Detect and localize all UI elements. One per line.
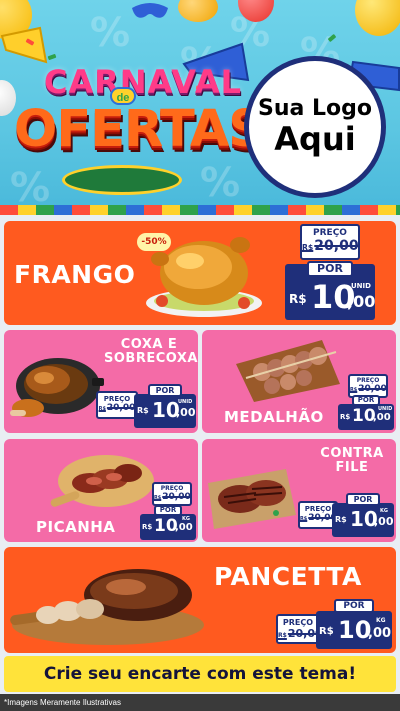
logo-line-2: Aqui <box>274 119 356 158</box>
logo-placeholder[interactable]: Sua Logo Aqui <box>244 56 386 198</box>
product-card-pancetta[interactable]: PANCETTA PREÇO R$20,00 POR R$ 10 ,00 KG <box>4 547 396 653</box>
old-price-label: PREÇO <box>160 485 184 492</box>
new-price-integer: 10 <box>338 616 372 644</box>
price-unit: KG <box>182 516 190 522</box>
price-unit: UNID <box>351 282 371 290</box>
new-price-cents: ,00 <box>175 522 193 533</box>
old-price-tag: PREÇO R$20,00 <box>276 614 323 644</box>
old-price-currency: R$ <box>278 632 287 639</box>
percent-pattern: % <box>90 10 131 56</box>
product-card-picanha[interactable]: PICANHA PREÇO R$20,00 POR R$ 10 ,00 KG <box>4 439 198 542</box>
new-price-tag: POR R$ 10 ,00 KG <box>140 505 196 540</box>
logo-line-1: Sua Logo <box>257 95 372 121</box>
old-price-label: PREÇO <box>356 377 380 384</box>
pancetta-roast-image <box>10 569 204 645</box>
product-card-contrafile[interactable]: CONTRA FILE PREÇO R$20,00 POR R$ 10 ,00 … <box>202 439 396 542</box>
discount-badge: -50% <box>137 233 171 251</box>
price-unit: KG <box>380 508 388 514</box>
ofertas-title: OFERTAS <box>14 100 265 159</box>
price-unit: KG <box>376 617 386 624</box>
medallion-skewers-image <box>236 340 340 402</box>
product-name: COXA E SOBRECOXA <box>104 337 197 367</box>
old-price-value: R$20,00 <box>300 513 337 523</box>
new-price-cents: ,00 <box>373 412 391 423</box>
new-price-label: POR <box>154 505 182 516</box>
product-card-medalhao[interactable]: MEDALHÃO PREÇO R$20,00 POR R$ 10 ,00 UNI… <box>202 330 396 433</box>
old-price-value: R$20,00 <box>302 238 359 254</box>
contrafile-steak-image <box>208 469 296 529</box>
old-price-value: R$20,00 <box>350 384 387 394</box>
product-name: FRANGO <box>14 260 136 289</box>
picanha-board-image <box>50 455 154 507</box>
old-price-amount: 20,00 <box>106 403 136 413</box>
new-price-tag: POR R$ 10 ,00 KG <box>332 493 394 537</box>
header-stripe <box>0 205 400 215</box>
new-price-currency: R$ <box>289 292 307 306</box>
old-price-currency: R$ <box>98 406 106 412</box>
new-price-tag: POR R$ 10 ,00 UNID <box>285 261 376 320</box>
new-price-cents: ,00 <box>368 626 392 641</box>
new-price-tag: POR R$ 10 ,00 UNID <box>338 395 394 430</box>
new-price-cents: ,00 <box>347 292 376 311</box>
drum-decoration <box>62 165 182 195</box>
balloon-icon <box>178 0 218 22</box>
new-price-cents: ,00 <box>374 515 394 528</box>
old-price-value: R$20,00 <box>98 403 136 413</box>
confetti <box>47 53 57 61</box>
percent-pattern: % <box>200 160 241 206</box>
old-price-amount: 20,00 <box>314 238 359 254</box>
new-price-label: POR <box>352 395 380 406</box>
price-unit: UNID <box>178 399 193 405</box>
new-price-tag: POR R$ 10 ,00 UNID <box>134 384 196 428</box>
disclaimer: *Imagens Meramente Ilustrativas <box>0 694 400 711</box>
product-name: PICANHA <box>36 518 116 536</box>
product-name: PANCETTA <box>214 562 362 591</box>
old-price-tag: PREÇO R$20,00 <box>152 482 192 506</box>
mask-icon <box>132 3 168 18</box>
new-price-label: POR <box>346 493 380 506</box>
old-price-currency: R$ <box>350 387 358 393</box>
old-price-amount: 20,00 <box>162 492 191 502</box>
product-name: MEDALHÃO <box>224 408 324 426</box>
product-card-frango[interactable]: FRANGO PREÇO R$20,00 POR R$ 10 ,00 UNID <box>4 221 396 325</box>
new-price-currency: R$ <box>142 523 153 531</box>
old-price-currency: R$ <box>302 243 314 252</box>
product-card-coxa[interactable]: COXA E SOBRECOXA PREÇO R$20,00 POR R$ 10… <box>4 330 198 433</box>
old-price-tag: PREÇO R$20,00 <box>300 224 360 260</box>
new-price-cents: ,00 <box>176 406 196 419</box>
carnaval-title: CARNAVAL <box>44 63 243 101</box>
product-name-line-2: FILE <box>335 460 369 476</box>
old-price-label: PREÇO <box>103 395 131 403</box>
price-unit: UNID <box>378 406 393 412</box>
old-price-tag: PREÇO R$20,00 <box>96 391 138 419</box>
new-price-label: POR <box>148 384 182 397</box>
old-price-amount: 20,00 <box>358 384 387 394</box>
chicken-leg-pan-image <box>10 358 104 417</box>
product-name: CONTRA FILE <box>312 446 392 476</box>
header-banner: % % % % % % CARNAVAL de OFERTAS Sua Logo… <box>0 0 400 215</box>
new-price-currency: R$ <box>340 413 351 421</box>
old-price-value: R$20,00 <box>154 492 191 502</box>
new-price-currency: R$ <box>319 626 334 637</box>
product-name-line-2: SOBRECOXA <box>104 351 198 367</box>
new-price-currency: R$ <box>137 406 149 415</box>
new-price-label: POR <box>334 599 374 613</box>
cta-banner[interactable]: Crie seu encarte com este tema! <box>4 656 396 692</box>
balloon-icon <box>355 0 400 36</box>
old-price-label: PREÇO <box>313 228 347 238</box>
new-price-currency: R$ <box>335 515 347 524</box>
old-price-currency: R$ <box>154 495 162 501</box>
old-price-label: PREÇO <box>282 618 314 627</box>
new-price-label: POR <box>307 261 353 277</box>
product-name-line-1: CONTRA <box>320 446 384 461</box>
old-price-currency: R$ <box>300 516 308 522</box>
old-price-label: PREÇO <box>304 505 332 513</box>
trumpet-icon <box>0 26 48 64</box>
old-price-value: R$20,00 <box>278 627 323 640</box>
product-name-line-1: COXA E <box>120 337 178 352</box>
new-price-tag: POR R$ 10 ,00 KG <box>316 599 392 649</box>
